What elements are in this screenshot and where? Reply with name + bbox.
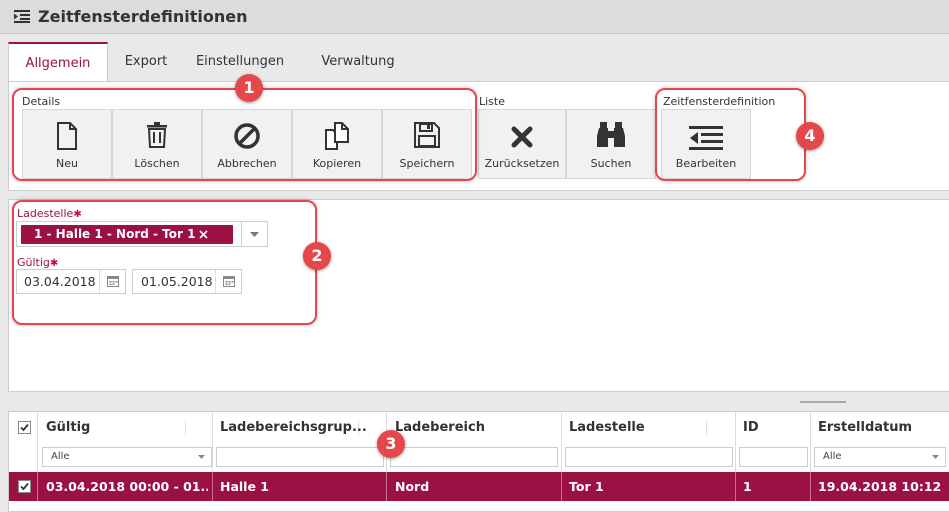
list-indent-icon (14, 10, 30, 23)
cell-erstelldatum: 19.04.2018 10:12 (818, 479, 942, 494)
tab-allgemein[interactable]: Allgemein (8, 42, 108, 82)
filter-ladebereich[interactable] (390, 447, 558, 467)
tab-bar: Allgemein Export Einstellungen Verwaltun… (8, 42, 949, 82)
row-divider (212, 472, 213, 501)
column-header-ladebereich[interactable]: Ladebereich (395, 411, 485, 445)
cell-id: 1 (743, 479, 752, 494)
row-checkbox[interactable] (18, 480, 31, 493)
zuruecksetzen-label: Zurücksetzen (484, 157, 560, 170)
column-resize-handle[interactable] (706, 421, 707, 435)
tab-export[interactable]: Export (112, 42, 180, 82)
group-label-liste: Liste (479, 95, 505, 108)
checkmark-icon (20, 423, 29, 432)
filter-ladebereichsgruppe[interactable] (216, 447, 384, 467)
panel-splitter[interactable] (800, 401, 846, 403)
close-x-icon (511, 126, 533, 148)
row-divider (735, 472, 736, 501)
suchen-button[interactable]: Suchen (566, 109, 656, 179)
callout-badge-3: 3 (377, 430, 405, 458)
chevron-down-icon (932, 455, 939, 459)
callout-badge-4: 4 (796, 122, 824, 150)
cell-ladestelle: Tor 1 (569, 479, 604, 494)
column-resize-handle[interactable] (185, 421, 186, 435)
column-header-id[interactable]: ID (743, 411, 759, 445)
cell-gueltig: 03.04.2018 00:00 - 01... (46, 479, 208, 494)
column-header-erstelldatum[interactable]: Erstelldatum (818, 411, 912, 445)
tab-verwaltung[interactable]: Verwaltung (306, 42, 410, 82)
filter-gueltig[interactable]: Alle (42, 447, 212, 467)
zuruecksetzen-button[interactable]: Zurücksetzen (478, 109, 566, 179)
suchen-label: Suchen (590, 157, 632, 170)
cell-ladebereichsgruppe: Halle 1 (220, 479, 269, 494)
filter-erstelldatum[interactable]: Alle (814, 447, 946, 467)
column-header-gueltig[interactable]: Gültig (46, 411, 90, 445)
cell-ladebereich: Nord (395, 479, 430, 494)
column-header-ladebereichsgruppe[interactable]: Ladebereichsgrup... (220, 411, 367, 445)
checkmark-icon (20, 482, 29, 491)
callout-box-1 (12, 88, 477, 181)
filter-gueltig-value: Alle (51, 451, 70, 462)
row-divider (561, 472, 562, 501)
binoculars-icon (597, 122, 625, 147)
filter-id[interactable] (739, 447, 808, 467)
chevron-down-icon (198, 455, 205, 459)
column-header-ladestelle[interactable]: Ladestelle (569, 411, 645, 445)
filter-erstelldatum-value: Alle (823, 451, 842, 462)
page-title: Zeitfensterdefinitionen (38, 7, 248, 26)
row-divider (386, 472, 387, 501)
filter-ladestelle[interactable] (565, 447, 733, 467)
row-divider (810, 472, 811, 501)
callout-badge-2: 2 (303, 242, 331, 270)
callout-badge-1: 1 (235, 74, 263, 102)
callout-box-2 (12, 200, 317, 325)
row-divider (37, 472, 38, 501)
callout-box-4 (655, 88, 806, 181)
select-all-checkbox[interactable] (18, 421, 31, 434)
title-bar: Zeitfensterdefinitionen (0, 0, 949, 34)
